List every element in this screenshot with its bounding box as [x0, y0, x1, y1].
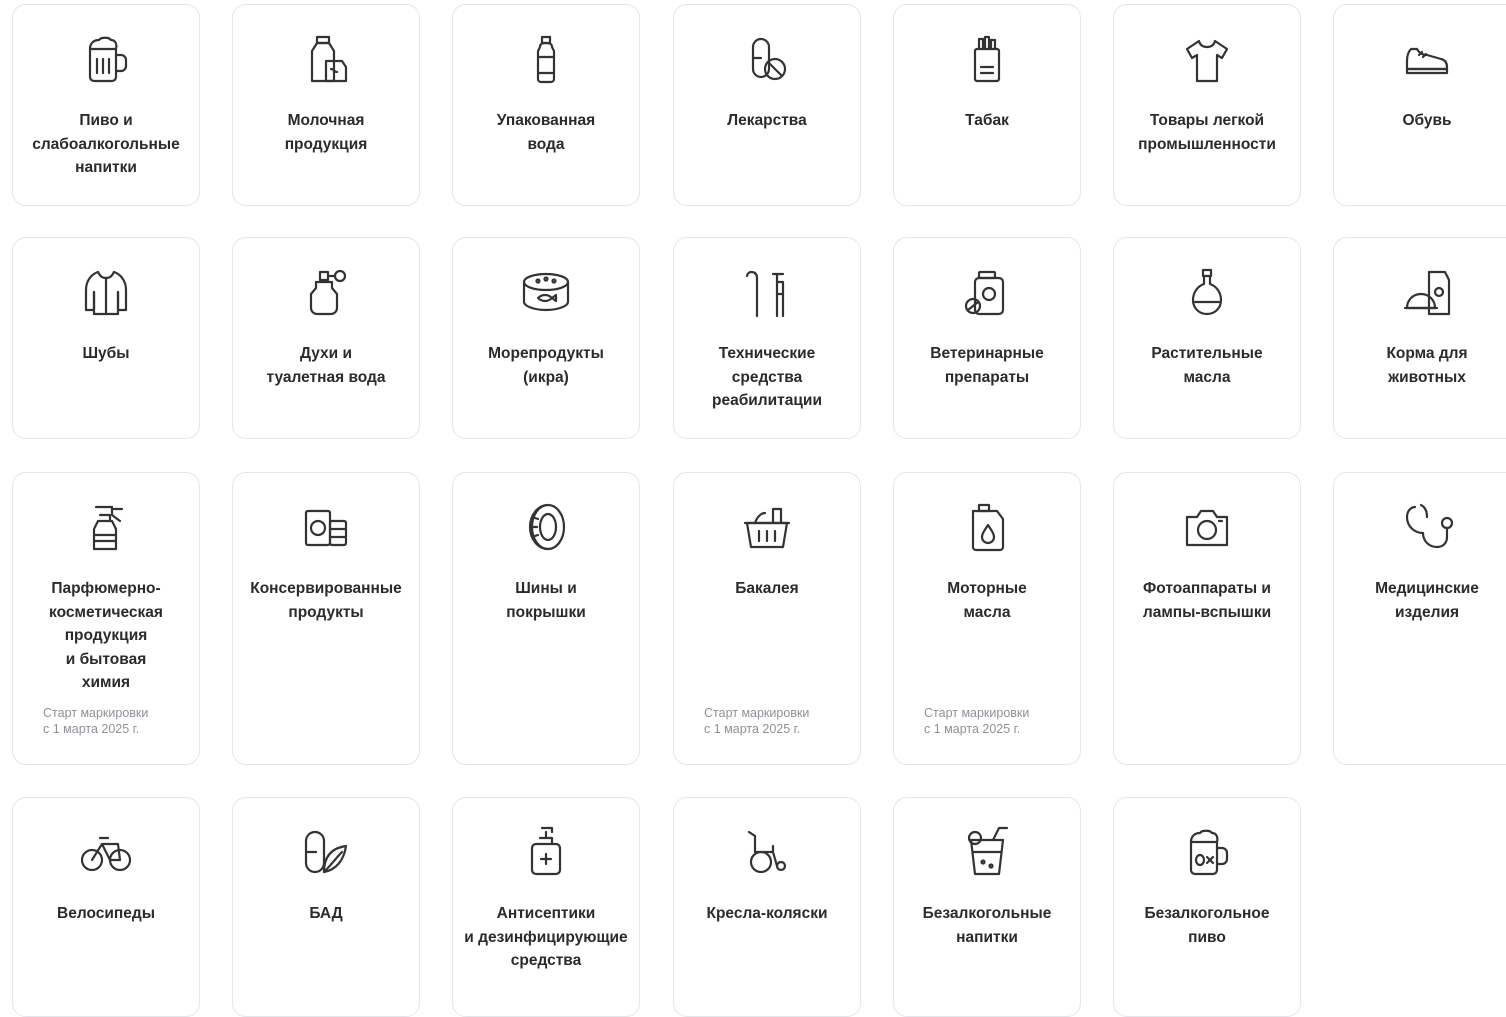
pills-icon — [739, 31, 795, 87]
dispenser-bottle-icon — [518, 824, 574, 880]
category-card-motoroil[interactable]: Моторные масла Старт маркировки с 1 марта… — [893, 472, 1081, 765]
category-title: Растительные масла — [1151, 345, 1263, 386]
category-title: Безалкогольные напитки — [922, 905, 1052, 946]
pet-food-icon — [1399, 264, 1455, 320]
category-card-tobacco[interactable]: Табак — [893, 4, 1081, 206]
category-card-petfood[interactable]: Корма для животных — [1333, 237, 1506, 439]
cocktail-glass-icon — [959, 824, 1015, 880]
grocery-basket-icon — [739, 499, 795, 555]
category-title: Кресла-коляски — [706, 905, 828, 922]
beer-zero-icon — [1179, 824, 1235, 880]
category-card-perfume[interactable]: Духи и туалетная вода — [232, 237, 420, 439]
category-title: Шубы — [82, 345, 130, 362]
category-card-softdrinks[interactable]: Безалкогольные напитки — [893, 797, 1081, 1017]
water-bottle-icon — [518, 31, 574, 87]
camera-icon — [1179, 499, 1235, 555]
category-title: Велосипеды — [57, 905, 155, 922]
crutch-icon — [739, 264, 795, 320]
category-title: Лекарства — [727, 112, 807, 129]
category-card-tires[interactable]: Шины и покрышки — [452, 472, 640, 765]
category-card-beer[interactable]: Пиво и слабоалкогольные напитки — [12, 4, 200, 206]
category-card-nabeer[interactable]: Безалкогольное пиво — [1113, 797, 1301, 1017]
category-card-clothes[interactable]: Товары легкой промышленности — [1113, 4, 1301, 206]
category-card-cosmetics[interactable]: Парфюмерно- косметическая продукция и бы… — [12, 472, 200, 765]
supplement-leaf-icon — [298, 824, 354, 880]
marking-start-note: Старт маркировки с 1 марта 2025 г. — [704, 706, 810, 736]
bicycle-icon — [78, 824, 134, 880]
category-title: Морепродукты (икра) — [488, 345, 604, 386]
category-title: Обувь — [1402, 112, 1452, 129]
category-title: Товары легкой промышленности — [1138, 112, 1276, 153]
category-card-dairy[interactable]: Молочная продукция — [232, 4, 420, 206]
category-card-supplements[interactable]: БАД — [232, 797, 420, 1017]
category-title: Фотоаппараты и лампы-вспышки — [1142, 580, 1272, 621]
category-card-grocery[interactable]: Бакалея Старт маркировки с 1 марта 2025 г… — [673, 472, 861, 765]
category-title: Корма для животных — [1386, 345, 1468, 386]
category-title: Духи и туалетная вода — [266, 345, 386, 386]
category-title: Антисептики и дезинфицирующие средства — [464, 905, 628, 969]
beer-mug-icon — [78, 31, 134, 87]
stethoscope-icon — [1399, 499, 1455, 555]
category-title: Ветеринарные препараты — [930, 345, 1044, 386]
category-card-wheelchairs[interactable]: Кресла-коляски — [673, 797, 861, 1017]
category-title: Консервированные продукты — [250, 580, 402, 621]
category-card-vet[interactable]: Ветеринарные препараты — [893, 237, 1081, 439]
motor-oil-canister-icon — [959, 499, 1015, 555]
category-title: Пиво и слабоалкогольные напитки — [32, 112, 180, 176]
category-title: Бакалея — [735, 580, 799, 597]
tshirt-icon — [1179, 31, 1235, 87]
fur-coat-icon — [78, 264, 134, 320]
oil-bottle-icon — [1179, 264, 1235, 320]
category-title: БАД — [309, 905, 343, 922]
category-card-oils[interactable]: Растительные масла — [1113, 237, 1301, 439]
category-card-antiseptics[interactable]: Антисептики и дезинфицирующие средства — [452, 797, 640, 1017]
category-title: Молочная продукция — [284, 112, 368, 153]
category-card-rehab[interactable]: Технические средства реабилитации — [673, 237, 861, 439]
perfume-bottle-icon — [298, 264, 354, 320]
milk-carton-icon — [298, 31, 354, 87]
category-title: Упакованная вода — [496, 112, 596, 153]
category-title: Табак — [965, 112, 1009, 129]
category-card-seafood[interactable]: Морепродукты (икра) — [452, 237, 640, 439]
category-card-bikes[interactable]: Велосипеды — [12, 797, 200, 1017]
sneaker-icon — [1399, 31, 1455, 87]
category-title: Шины и покрышки — [506, 580, 586, 621]
category-card-medicine[interactable]: Лекарства — [673, 4, 861, 206]
category-title: Моторные масла — [947, 580, 1027, 621]
category-title: Парфюмерно- косметическая продукция и бы… — [49, 580, 163, 691]
category-title: Медицинские изделия — [1375, 580, 1479, 621]
category-card-water[interactable]: Упакованная вода — [452, 4, 640, 206]
category-title: Технические средства реабилитации — [712, 345, 822, 409]
caviar-can-icon — [518, 264, 574, 320]
category-card-medical[interactable]: Медицинские изделия — [1333, 472, 1506, 765]
spray-bottle-icon — [78, 499, 134, 555]
marking-start-note: Старт маркировки с 1 марта 2025 г. — [924, 706, 1030, 736]
tire-icon — [518, 499, 574, 555]
category-card-shoes[interactable]: Обувь — [1333, 4, 1506, 206]
canned-goods-icon — [298, 499, 354, 555]
marking-start-note: Старт маркировки с 1 марта 2025 г. — [43, 706, 149, 736]
category-card-canned[interactable]: Консервированные продукты — [232, 472, 420, 765]
cigarette-pack-icon — [959, 31, 1015, 87]
category-card-furs[interactable]: Шубы — [12, 237, 200, 439]
wheelchair-icon — [739, 824, 795, 880]
category-card-cameras[interactable]: Фотоаппараты и лампы-вспышки — [1113, 472, 1301, 765]
category-title: Безалкогольное пиво — [1144, 905, 1270, 946]
vet-medicine-jar-icon — [959, 264, 1015, 320]
